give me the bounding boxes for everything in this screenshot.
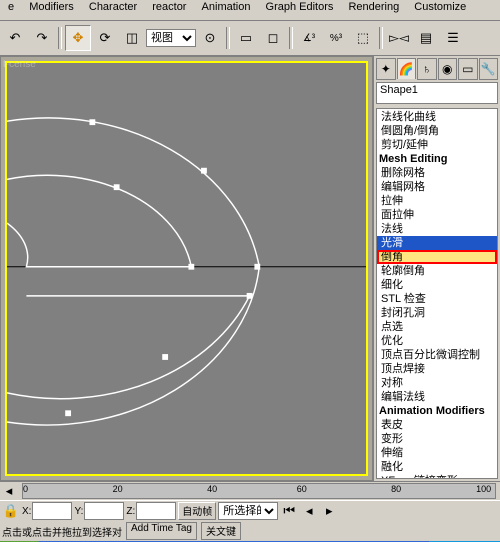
modifier-item[interactable]: 编辑法线 [377,390,497,404]
modifier-item[interactable]: 表皮 [377,418,497,432]
tab-motion[interactable]: ◉ [438,58,458,80]
status-bar-coords: 🔒 X: Y: Z: 自动帧 所选择的 ⏮ ◂ ▸ [0,500,500,521]
modifier-item[interactable]: 伸缩 [377,446,497,460]
modifier-item[interactable]: 融化 [377,460,497,474]
snap-angle-button[interactable]: ∡³ [296,25,322,51]
modifier-item[interactable]: 顶点焊接 [377,362,497,376]
modifier-item[interactable]: 点选 [377,320,497,334]
menu-customize[interactable]: Customize [408,1,472,13]
viewport[interactable]: t-cense [0,56,373,481]
select-button[interactable]: ▭ [233,25,259,51]
modifier-item[interactable]: 拉伸 [377,194,497,208]
modifier-item[interactable]: 轮廓倒角 [377,264,497,278]
modifier-item[interactable]: 法线 [377,222,497,236]
layer-button[interactable]: ☰ [440,25,466,51]
tab-utilities[interactable]: 🔧 [479,58,499,80]
ref-coord-combo[interactable]: 视图 [146,29,196,47]
y-label: Y: [74,506,83,517]
modifier-item[interactable]: 删除网格 [377,166,497,180]
play-prev-button[interactable]: ◂ [300,502,318,520]
status-bar-prompt: 点击或点击并拖拉到选择对 Add Time Tag 关文键 [0,521,500,541]
tab-modify[interactable]: 🌈 [397,58,417,79]
play-button[interactable]: ▸ [320,502,338,520]
align-button[interactable]: ▤ [413,25,439,51]
modifier-item[interactable]: 优化 [377,334,497,348]
modifier-item[interactable]: 法线化曲线 [377,110,497,124]
modifier-item[interactable]: 细化 [377,278,497,292]
rotate-button[interactable]: ⟳ [92,25,118,51]
modifier-item[interactable]: 编辑网格 [377,180,497,194]
tab-create[interactable]: ✦ [376,58,396,80]
z-label: Z: [126,506,135,517]
main-toolbar: ↶ ↷ ✥ ⟳ ◫ 视图 ⊙ ▭ ◻ ∡³ %³ ⬚ ▻◅ ▤ ☰ [0,21,500,56]
modifier-item[interactable]: 剪切/延伸 [377,138,497,152]
undo-button[interactable]: ↶ [2,25,28,51]
menu-file[interactable]: e [2,1,20,13]
key-filter-combo[interactable]: 所选择的 [218,502,278,520]
time-ruler[interactable]: 0 20 40 60 80 100 [22,483,496,499]
mirror-button[interactable]: ▻◅ [386,25,412,51]
modifier-item[interactable]: 光滑 [377,236,497,250]
modifier-item[interactable]: 倒圆角/倒角 [377,124,497,138]
modifier-group-header: Animation Modifiers [377,404,497,418]
z-field[interactable] [136,502,176,520]
x-label: X: [22,506,31,517]
menu-rendering[interactable]: Rendering [342,1,405,13]
x-field[interactable] [32,502,72,520]
watermark: t-cense [3,59,36,70]
lock-button[interactable]: 🔒 [2,502,20,520]
modifier-group-header: Mesh Editing [377,152,497,166]
center-button[interactable]: ⊙ [197,25,223,51]
menu-modifiers[interactable]: Modifiers [23,1,80,13]
snap-button[interactable]: ⬚ [350,25,376,51]
prompt-text: 点击或点击并拖拉到选择对 [2,524,122,539]
play-start-button[interactable]: ⏮ [280,502,298,520]
tab-display[interactable]: ▭ [458,58,478,80]
command-panel-tabs: ✦ 🌈 ♄ ◉ ▭ 🔧 [374,56,500,80]
timeline-prev-button[interactable]: ◂ [0,483,18,499]
window-button[interactable]: ◻ [260,25,286,51]
redo-button[interactable]: ↷ [29,25,55,51]
modifier-item[interactable]: 对称 [377,376,497,390]
modifier-item[interactable]: STL 检查 [377,292,497,306]
menu-bar: e Modifiers Character reactor Animation … [0,0,500,21]
y-field[interactable] [84,502,124,520]
set-key-button[interactable]: 关文键 [201,522,241,540]
command-panel: ✦ 🌈 ♄ ◉ ▭ 🔧 Shape1 法线化曲线倒圆角/倒角剪切/延伸Mesh … [373,56,500,481]
menu-graph-editors[interactable]: Graph Editors [260,1,340,13]
modifier-item[interactable]: 顶点百分比微调控制 [377,348,497,362]
modifier-item[interactable]: 封闭孔洞 [377,306,497,320]
shape-ie-logo[interactable] [7,63,366,471]
modifier-item[interactable]: XForm链接变形 [377,474,497,479]
snap-percent-button[interactable]: %³ [323,25,349,51]
modifier-item[interactable]: 倒角 [377,250,497,264]
add-time-tag-button[interactable]: Add Time Tag [126,522,197,540]
move-button[interactable]: ✥ [65,25,91,51]
object-name-field[interactable]: Shape1 [376,82,498,104]
modifier-list[interactable]: 法线化曲线倒圆角/倒角剪切/延伸Mesh Editing删除网格编辑网格拉伸面拉… [376,108,498,479]
modifier-item[interactable]: 面拉伸 [377,208,497,222]
menu-character[interactable]: Character [83,1,143,13]
scale-button[interactable]: ◫ [119,25,145,51]
modifier-item[interactable]: 变形 [377,432,497,446]
menu-animation[interactable]: Animation [196,1,257,13]
auto-key-button[interactable]: 自动帧 [178,502,216,520]
tab-hierarchy[interactable]: ♄ [417,58,437,80]
time-slider[interactable]: ◂ 0 20 40 60 80 100 [0,481,500,500]
menu-reactor[interactable]: reactor [146,1,192,13]
